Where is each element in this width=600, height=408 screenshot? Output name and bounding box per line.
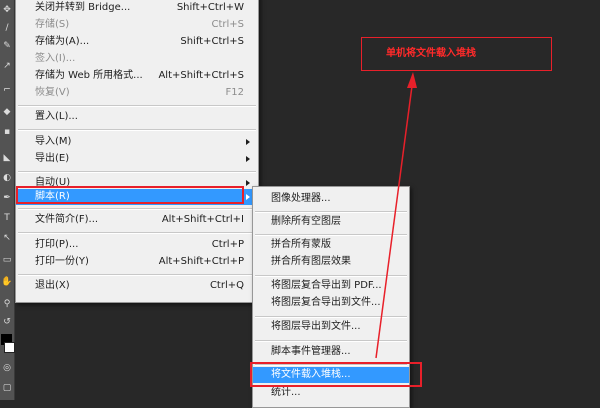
annotation-arrow [375, 72, 417, 359]
